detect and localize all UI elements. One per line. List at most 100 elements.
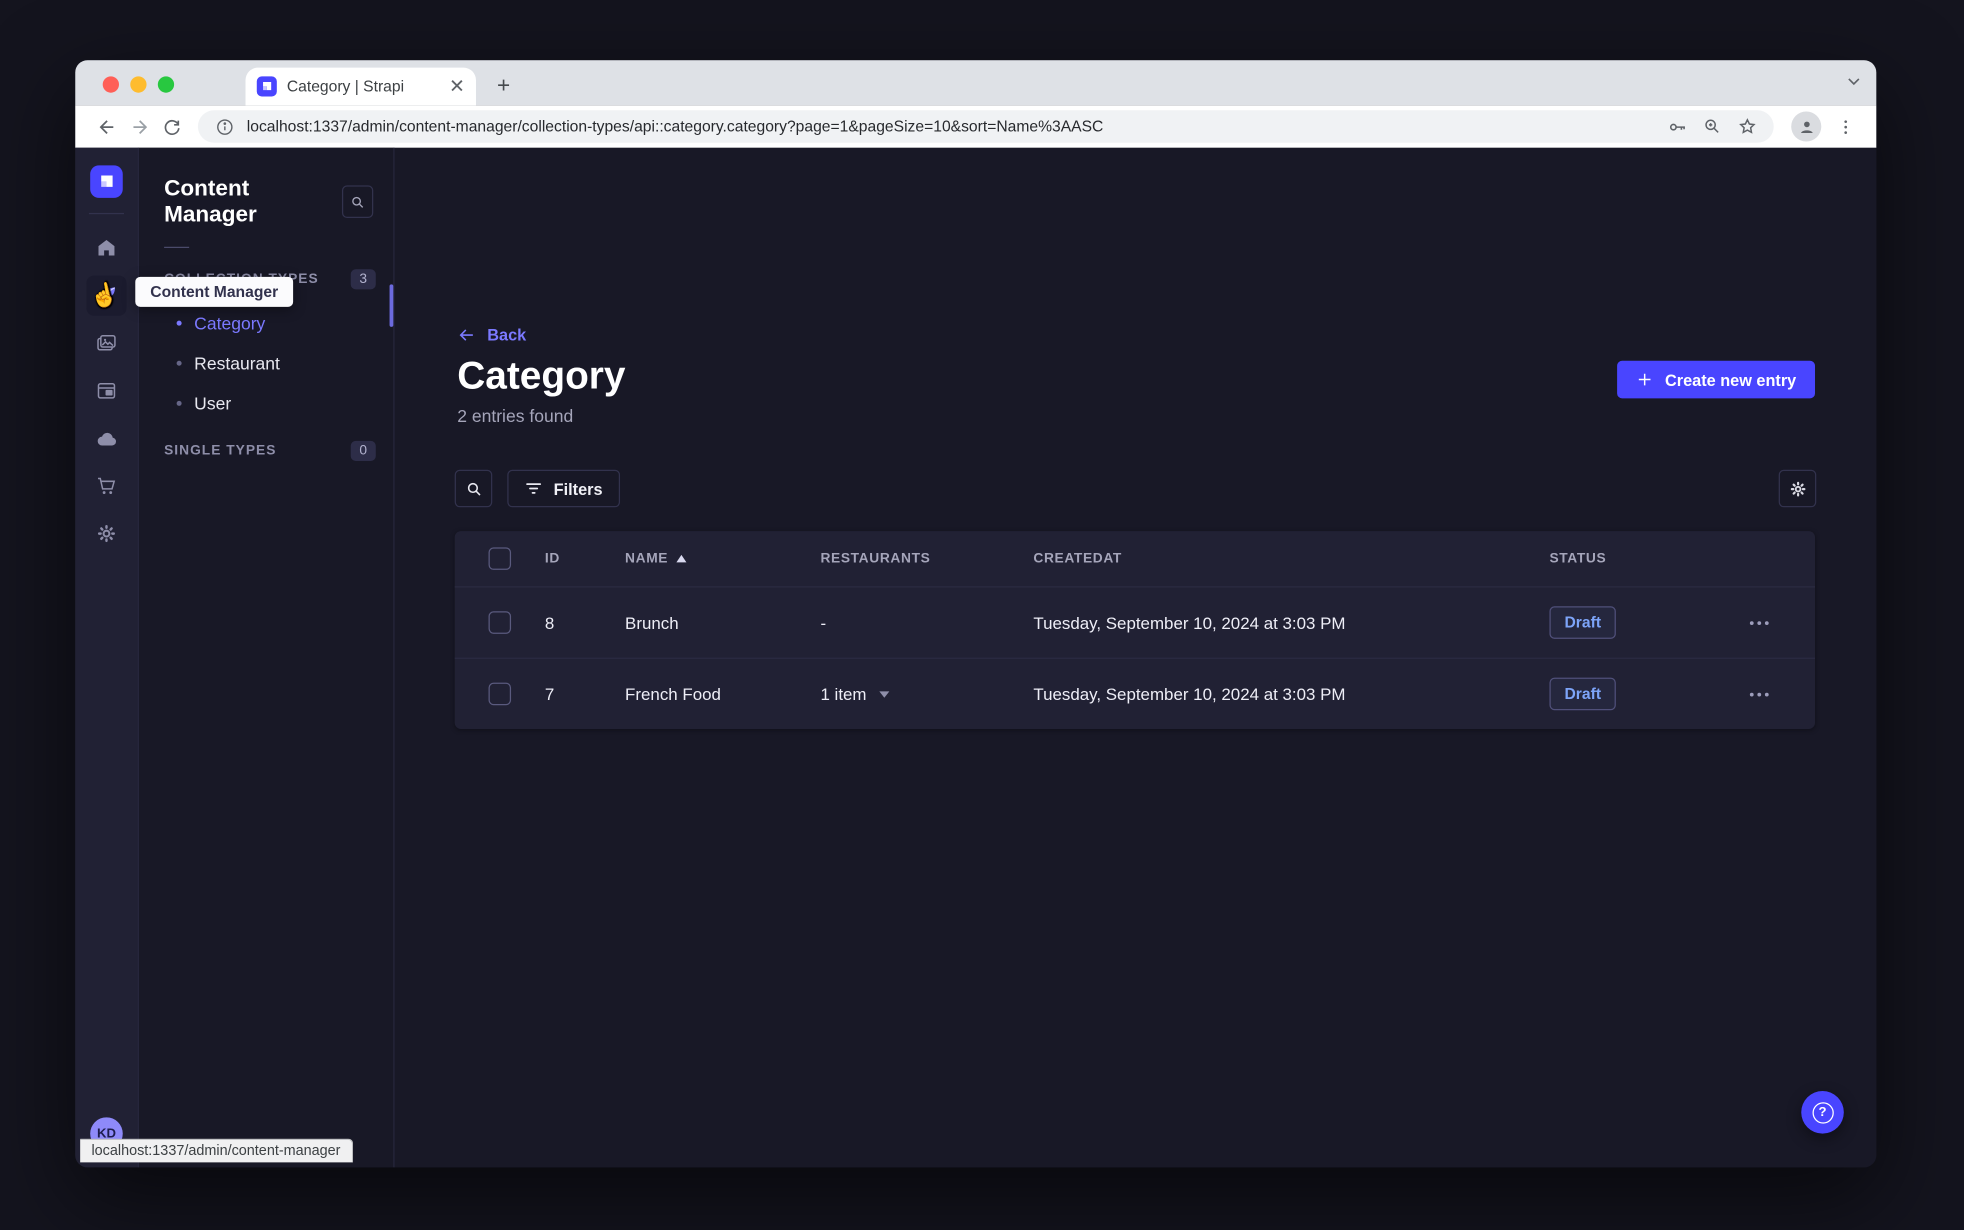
tab-close-icon[interactable]: ✕ [449, 77, 465, 96]
plus-icon [1636, 371, 1654, 389]
main-content: Back Category 2 entries found Create new… [395, 148, 1877, 1168]
subnav-scroll-indicator[interactable] [389, 284, 394, 327]
password-key-icon[interactable] [1665, 114, 1690, 139]
chevron-down-icon [879, 690, 890, 698]
site-info-icon[interactable] [212, 114, 237, 139]
bookmark-star-icon[interactable] [1735, 114, 1760, 139]
content-manager-tooltip: Content Manager [135, 276, 294, 307]
rail-divider [88, 212, 125, 215]
create-new-entry-button[interactable]: Create new entry [1617, 360, 1816, 399]
url-text: localhost:1337/admin/content-manager/col… [246, 117, 1104, 136]
zoom-window-button[interactable] [157, 76, 175, 93]
subnav-search-button[interactable] [341, 185, 374, 218]
settings-gear-icon [95, 522, 118, 545]
media-library-icon [95, 332, 118, 355]
media-library-nav-button[interactable] [86, 323, 126, 363]
settings-nav-button[interactable] [86, 514, 126, 554]
tabstrip-chevron-down-icon[interactable] [1844, 71, 1864, 91]
tab-title: Category | Strapi [286, 77, 405, 96]
column-header-name[interactable]: NAME [610, 551, 805, 566]
cell-name: French Food [625, 684, 721, 704]
sidebar-item-label: User [194, 393, 232, 414]
question-mark-icon: ? [1811, 1101, 1834, 1123]
browser-tab[interactable]: Category | Strapi ✕ [245, 67, 476, 106]
sort-ascending-icon [676, 554, 687, 563]
cell-createdat: Tuesday, September 10, 2024 at 3:03 PM [1033, 613, 1346, 632]
subnav-title: Content Manager [164, 175, 257, 227]
column-header-status[interactable]: STATUS [1534, 551, 1732, 566]
home-icon [95, 237, 118, 260]
cell-id: 7 [544, 684, 555, 704]
strapi-app: KD Content Manager COLLECTION TYPES 3 [75, 147, 1877, 1168]
reload-icon[interactable] [155, 110, 188, 143]
entries-table: ID NAME RESTAURANTS CREATEDAT STATUS 8 B… [454, 531, 1816, 730]
filters-label: Filters [553, 479, 603, 498]
marketplace-nav-button[interactable] [86, 466, 126, 506]
single-types-count-badge: 0 [350, 440, 376, 461]
table-search-button[interactable] [454, 469, 493, 508]
cloud-nav-button[interactable] [86, 418, 126, 458]
sidebar-item-label: Restaurant [194, 353, 280, 374]
zoom-in-icon[interactable] [1700, 114, 1725, 139]
page-title: Category [457, 353, 626, 398]
sidebar-item-user[interactable]: User [139, 383, 393, 423]
desktop-backdrop: Category | Strapi ✕ + localhost:1337/adm… [0, 0, 1964, 1230]
new-tab-button[interactable]: + [489, 70, 519, 100]
forward-nav-icon[interactable] [123, 110, 156, 143]
status-badge: Draft [1549, 606, 1617, 639]
row-checkbox[interactable] [488, 611, 512, 634]
browser-menu-icon[interactable] [1829, 110, 1862, 143]
status-badge: Draft [1549, 677, 1617, 711]
table-row[interactable]: 8 Brunch - Tuesday, September 10, 2024 a… [454, 586, 1816, 657]
select-all-checkbox[interactable] [488, 547, 512, 570]
sidebar-item-restaurant[interactable]: Restaurant [139, 343, 393, 383]
sidebar-item-category[interactable]: Category [139, 303, 393, 343]
content-type-builder-nav-button[interactable] [86, 371, 126, 411]
browser-profile-avatar[interactable] [1791, 111, 1822, 142]
row-checkbox[interactable] [488, 682, 512, 706]
cell-restaurants[interactable]: 1 item [805, 685, 1018, 703]
minimize-window-button[interactable] [130, 76, 147, 93]
bullet-icon [176, 360, 182, 366]
cell-id: 8 [544, 613, 555, 632]
bullet-icon [176, 320, 182, 326]
help-button[interactable]: ? [1801, 1091, 1844, 1134]
url-bar[interactable]: localhost:1337/admin/content-manager/col… [197, 110, 1774, 143]
browser-toolbar: localhost:1337/admin/content-manager/col… [75, 105, 1877, 148]
back-arrow-icon [457, 326, 476, 345]
cell-createdat: Tuesday, September 10, 2024 at 3:03 PM [1033, 684, 1346, 704]
row-actions-menu-icon[interactable] [1749, 620, 1769, 625]
back-link[interactable]: Back [457, 325, 527, 345]
cell-restaurants: - [820, 613, 827, 632]
back-nav-icon[interactable] [90, 110, 123, 143]
home-nav-button[interactable] [86, 228, 126, 268]
create-button-label: Create new entry [1664, 370, 1797, 389]
strapi-logo[interactable] [90, 165, 123, 198]
strapi-favicon-icon [256, 76, 277, 97]
content-type-builder-icon [95, 380, 118, 403]
table-row[interactable]: 7 French Food 1 item Tuesday, September … [454, 657, 1816, 729]
column-header-id[interactable]: ID [530, 551, 610, 566]
sidebar-item-label: Category [194, 313, 266, 334]
collection-types-count-badge: 3 [350, 269, 376, 290]
back-label: Back [487, 325, 527, 345]
table-header-row: ID NAME RESTAURANTS CREATEDAT STATUS [455, 531, 1815, 586]
column-header-createdat[interactable]: CREATEDAT [1018, 551, 1534, 566]
close-window-button[interactable] [102, 76, 119, 93]
cloud-icon [95, 427, 119, 451]
search-icon [464, 479, 483, 498]
cart-icon [95, 475, 118, 498]
row-actions-menu-icon[interactable] [1749, 692, 1769, 696]
filters-button[interactable]: Filters [507, 469, 621, 508]
table-settings-button[interactable] [1778, 469, 1817, 508]
filter-icon [525, 481, 543, 496]
search-icon [349, 194, 365, 210]
browser-window: Category | Strapi ✕ + localhost:1337/adm… [75, 60, 1877, 1168]
gear-icon [1788, 479, 1807, 498]
browser-tabstrip: Category | Strapi ✕ + [75, 60, 1877, 106]
cell-name: Brunch [625, 613, 679, 632]
single-types-label: SINGLE TYPES [164, 443, 277, 459]
status-bar-link: localhost:1337/admin/content-manager [80, 1138, 354, 1163]
column-header-restaurants[interactable]: RESTAURANTS [805, 551, 1018, 566]
traffic-lights [102, 76, 175, 93]
